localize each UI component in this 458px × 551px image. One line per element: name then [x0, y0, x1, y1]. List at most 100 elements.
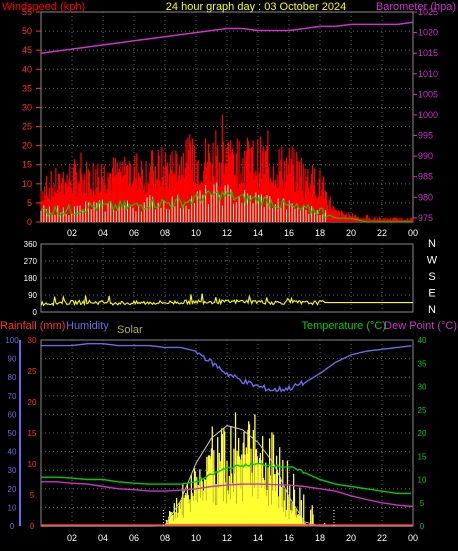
temp-axis-label: Temperature (°C): [302, 320, 386, 332]
wind-y-tick-label: 40: [22, 64, 32, 74]
rain-y-tick-label: 20: [28, 398, 37, 407]
compass-label: N: [428, 238, 436, 250]
wind-y-tick-label: 0: [27, 217, 32, 227]
compass-label: W: [427, 255, 438, 267]
baro-y-tick-label: 1015: [418, 48, 438, 58]
rain-y-ticks: 0 5 10 15 20 25 30: [28, 336, 37, 531]
temp-y-tick-label: 5: [420, 499, 425, 508]
humidity-y-tick-label: 50: [8, 429, 17, 438]
wind-x-tick-label: 00: [408, 228, 418, 238]
wind-y-tick-label: 5: [27, 198, 32, 208]
wind-y-tick-label: 15: [22, 160, 32, 170]
temp-x-tick-label: 22: [377, 533, 387, 543]
temp-y-tick-label: 20: [418, 429, 427, 438]
wind-y-tick-label: 50: [22, 26, 32, 36]
baro-y-tick-label: 975: [418, 213, 433, 223]
humidity-y-tick-label: 30: [8, 466, 17, 475]
direction-y-tick-label: 0: [33, 308, 38, 317]
temp-y-tick-label: 40: [418, 336, 427, 345]
wind-y-tick-label: 30: [22, 102, 32, 112]
wind-x-ticks: 02 04 06 08 10 12 14 16 18 20 22 00: [67, 228, 418, 238]
temp-x-tick-label: 02: [67, 533, 77, 543]
wind-x-tick-label: 16: [284, 228, 294, 238]
weather-chart: 0510152025303540455055 97598098599099510…: [0, 1, 457, 543]
compass-labels: NWSEN: [427, 238, 438, 316]
baro-y-tick-label: 1020: [418, 28, 438, 38]
baro-y-tick-label: 990: [418, 151, 433, 161]
wind-baro-panel: 0510152025303540455055 97598098599099510…: [2, 1, 456, 238]
direction-y-tick-label: 270: [24, 257, 38, 266]
baro-y-tick-label: 985: [418, 172, 433, 182]
wind-y-ticks: 0510152025303540455055: [22, 7, 41, 227]
humidity-y-tick-label: 20: [8, 485, 17, 494]
baro-y-tick-label: 1010: [418, 69, 438, 79]
baro-y-tick-label: 980: [418, 192, 433, 202]
temp-x-tick-label: 12: [222, 533, 232, 543]
temp-y-ticks: 0 5 10 15 20 25 30 35 40: [418, 336, 427, 531]
temp-hum-panel: 0 10 20 30 40 50 60 70 80 90 100 0 5 10 15 20 25 30 0 5 10…: [0, 320, 457, 543]
wind-x-tick-label: 04: [98, 228, 108, 238]
humidity-y-tick-label: 10: [8, 503, 17, 512]
humidity-y-ticks: 0 10 20 30 40 50 60 70 80 90 100: [5, 336, 21, 531]
temp-x-tick-label: 06: [129, 533, 139, 543]
temp-x-tick-label: 20: [346, 533, 356, 543]
wind-x-tick-label: 20: [346, 228, 356, 238]
wind-y-tick-label: 25: [22, 122, 32, 132]
direction-y-tick-label: 90: [28, 291, 37, 300]
rain-y-tick-label: 5: [30, 491, 35, 500]
wind-x-tick-label: 14: [253, 228, 263, 238]
compass-label: S: [428, 271, 435, 283]
baro-y-tick-label: 1000: [418, 110, 438, 120]
direction-y-tick-label: 180: [24, 274, 38, 283]
rain-axis-label: Rainfall (mm): [0, 320, 65, 332]
humidity-y-tick-label: 80: [8, 373, 17, 382]
wind-x-tick-label: 18: [315, 228, 325, 238]
rain-y-tick-label: 0: [30, 522, 35, 531]
temp-x-tick-label: 00: [408, 533, 418, 543]
compass-label: E: [428, 288, 435, 300]
temp-x-ticks: 02 04 06 08 10 12 14 16 18 20 22 00: [67, 533, 418, 543]
compass-label: N: [428, 304, 436, 316]
humidity-y-tick-label: 0: [10, 522, 15, 531]
humidity-axis-label: Humidity: [66, 320, 109, 332]
dew-axis-label: Dew Point (°C): [384, 320, 457, 332]
rain-y-tick-label: 25: [28, 367, 37, 376]
wind-y-tick-label: 45: [22, 45, 32, 55]
humidity-y-tick-label: 70: [8, 392, 17, 401]
chart-title: 24 hour graph day : 03 October 2024: [166, 1, 346, 13]
direction-y-tick-label: 360: [24, 240, 38, 249]
temp-x-tick-label: 04: [98, 533, 108, 543]
wind-y-tick-label: 35: [22, 83, 32, 93]
temp-y-tick-label: 25: [418, 406, 427, 415]
temp-x-tick-label: 18: [315, 533, 325, 543]
rain-y-tick-label: 10: [28, 460, 37, 469]
wind-x-tick-label: 10: [191, 228, 201, 238]
temp-y-tick-label: 30: [418, 383, 427, 392]
wind-x-tick-label: 12: [222, 228, 232, 238]
temp-y-tick-label: 0: [420, 522, 425, 531]
wind-direction-panel: 090180270360 NWSEN: [24, 238, 438, 317]
temp-x-tick-label: 14: [253, 533, 263, 543]
solar-axis-label: Solar: [117, 324, 143, 336]
temp-y-tick-label: 10: [418, 476, 427, 485]
wind-x-tick-label: 06: [129, 228, 139, 238]
temp-x-tick-label: 16: [284, 533, 294, 543]
humidity-y-tick-label: 90: [8, 355, 17, 364]
humidity-y-tick-label: 100: [5, 336, 19, 345]
temp-x-tick-label: 08: [160, 533, 170, 543]
temp-y-tick-label: 15: [418, 452, 427, 461]
humidity-y-tick-label: 60: [8, 410, 17, 419]
wind-x-tick-label: 08: [160, 228, 170, 238]
rain-y-tick-label: 30: [28, 336, 37, 345]
wind-x-tick-label: 02: [67, 228, 77, 238]
baro-axis-label: Barometer (hpa): [376, 1, 456, 13]
baro-y-ticks: 975980985990995100010051010101510201025: [413, 7, 438, 223]
wind-axis-label: Windspeed (kph): [2, 1, 85, 13]
baro-y-tick-label: 1005: [418, 89, 438, 99]
direction-y-ticks: 0 90 180 270 360: [24, 240, 38, 317]
baro-y-tick-label: 995: [418, 131, 433, 141]
humidity-y-tick-label: 40: [8, 448, 17, 457]
wind-x-tick-label: 22: [377, 228, 387, 238]
rain-y-tick-label: 15: [28, 429, 37, 438]
temp-y-tick-label: 35: [418, 359, 427, 368]
